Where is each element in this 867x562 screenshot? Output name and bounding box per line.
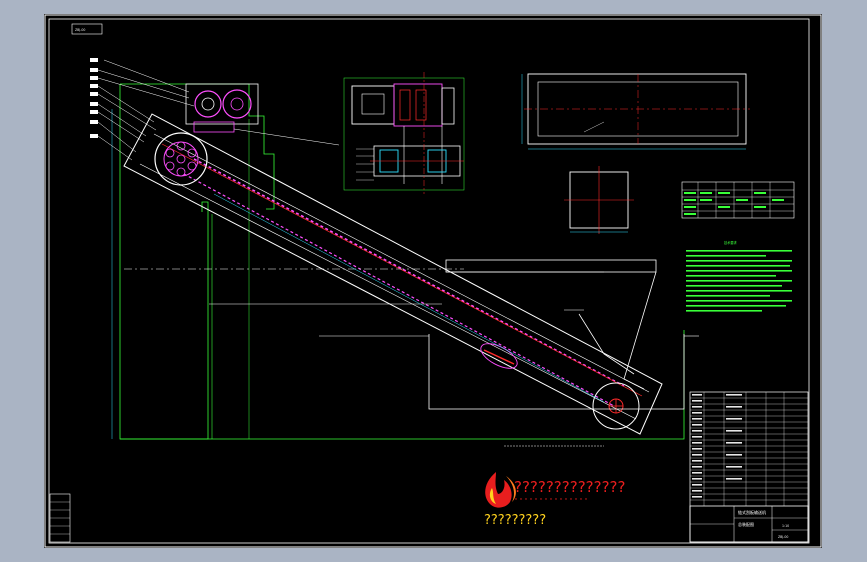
part-leaders — [97, 59, 584, 311]
placeholder-line-2: ????????? — [484, 513, 546, 528]
cad-drawing-canvas[interactable]: ZBJ-00 技术要求 链式刮板输送机 总装配图 1:10 ZBJ-00 ???… — [44, 14, 822, 548]
conveyor-casing[interactable] — [123, 113, 663, 435]
dim-diagonal — [213, 193, 605, 403]
chain-lower — [183, 173, 615, 407]
title-block-label: 总装配图 — [738, 521, 754, 527]
chain-upper — [193, 158, 625, 387]
tech-requirements-title: 技术要求 — [724, 240, 738, 245]
revision-box — [49, 493, 71, 543]
tail-sprocket[interactable] — [592, 382, 640, 430]
flame-logo-icon — [485, 472, 516, 508]
casing-inner-bottom — [139, 163, 637, 420]
title-block-scale: 1:10 — [782, 524, 789, 528]
casing-inner-top — [153, 133, 650, 393]
parameter-table[interactable] — [681, 181, 795, 219]
placeholder-line-1: ?????????????? — [514, 478, 625, 496]
part-balloons — [90, 58, 98, 138]
section-view[interactable] — [564, 166, 634, 234]
plan-view[interactable] — [521, 73, 750, 150]
title-block-name: 链式刮板输送机 — [738, 509, 766, 515]
main-elevation-view[interactable] — [90, 58, 699, 447]
parts-list[interactable] — [689, 391, 809, 543]
title-block[interactable]: 链式刮板输送机 总装配图 1:10 ZBJ-00 — [689, 505, 809, 543]
tech-requirements: 技术要求 — [686, 240, 792, 312]
drive-gearbox[interactable] — [185, 83, 259, 133]
title-block-number: ZBJ-00 — [778, 535, 788, 539]
sheet-code-text: ZBJ-00 — [75, 28, 85, 32]
drawing-sheet: ZBJ-00 技术要求 链式刮板输送机 总装配图 1:10 ZBJ-00 ???… — [44, 14, 822, 548]
feed-hopper[interactable] — [445, 259, 657, 390]
head-sprocket[interactable] — [154, 132, 208, 186]
drive-section-view[interactable] — [343, 72, 465, 194]
logo-dots — [515, 498, 587, 500]
sheet-code-box: ZBJ-00 — [71, 23, 103, 35]
